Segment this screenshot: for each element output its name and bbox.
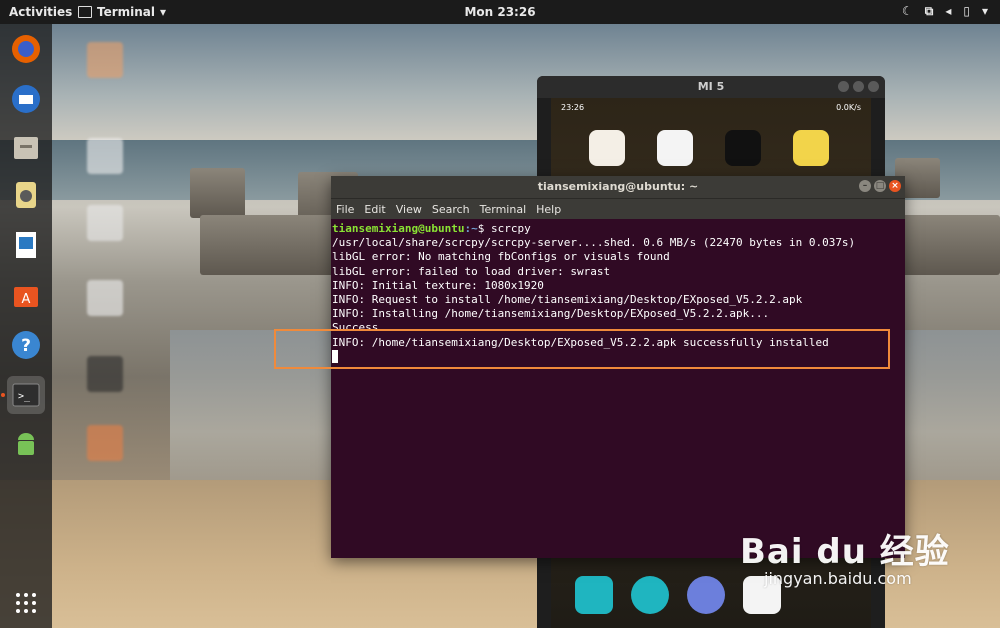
wallpaper-groyne (190, 168, 245, 218)
menu-view[interactable]: View (396, 203, 422, 216)
phone-status-bar: 23:26 0.0K/s (551, 98, 871, 116)
help-launcher[interactable]: ? (7, 326, 45, 364)
desktop-icon[interactable] (70, 356, 140, 396)
command-text: scrcpy (490, 222, 531, 235)
baidu-icon[interactable] (657, 130, 693, 166)
desktop-icon[interactable] (70, 425, 140, 465)
firefox-icon (12, 35, 40, 63)
output-line: INFO: Initial texture: 1080x1920 (332, 278, 544, 292)
menu-help[interactable]: Help (536, 203, 561, 216)
battery-icon: ▯ (963, 4, 970, 18)
terminal-titlebar[interactable]: tiansemixiang@ubuntu: ~ – □ × (331, 176, 905, 198)
terminal-launcher[interactable]: >_ (7, 376, 45, 414)
desktop-icon[interactable] (70, 205, 140, 245)
svg-text:?: ? (21, 336, 31, 356)
phone-app-row (551, 116, 871, 166)
writer-launcher[interactable] (7, 226, 45, 264)
show-applications-button[interactable] (7, 584, 45, 622)
help-icon: ? (12, 331, 40, 359)
activities-button[interactable]: Activities (9, 5, 72, 19)
apps-grid-icon (16, 593, 36, 613)
volume-icon: ◂ (945, 4, 952, 18)
software-center-icon: A (14, 287, 38, 307)
menu-edit[interactable]: Edit (364, 203, 385, 216)
close-button[interactable] (868, 81, 879, 92)
terminal-app-icon (78, 6, 92, 18)
top-bar: Activities Terminal ▾ Mon 23:26 ☾ ⧉ ◂ ▯ … (0, 0, 1000, 24)
prompt-symbol: $ (477, 222, 491, 235)
minimize-button[interactable] (838, 81, 849, 92)
rhythmbox-icon (16, 182, 36, 208)
phone-time: 23:26 (561, 102, 585, 112)
chevron-down-icon: ▾ (160, 5, 167, 19)
running-indicator (1, 393, 5, 397)
dock: A ? >_ (0, 24, 52, 628)
highlight-box (274, 329, 890, 369)
terminal-title: tiansemixiang@ubuntu: ~ (537, 180, 699, 193)
output-line: libGL error: failed to load driver: swra… (332, 264, 611, 278)
menu-search[interactable]: Search (432, 203, 470, 216)
phone-app-icon[interactable] (589, 130, 625, 166)
chevron-down-icon: ▾ (981, 4, 988, 18)
phone-app-icon[interactable] (793, 130, 829, 166)
app-menu-label: Terminal (97, 5, 156, 19)
contacts-icon[interactable] (575, 576, 613, 614)
terminal-app-icon[interactable] (725, 130, 761, 166)
desktop-icon[interactable] (70, 280, 140, 320)
night-light-icon: ☾ (901, 4, 913, 18)
minimize-button[interactable]: – (859, 180, 871, 192)
writer-icon (16, 232, 36, 258)
menu-file[interactable]: File (336, 203, 354, 216)
output-line: libGL error: No matching fbConfigs or vi… (332, 250, 670, 264)
svg-text:>_: >_ (18, 391, 31, 402)
phone-net-speed: 0.0K/s (836, 102, 861, 112)
maximize-button[interactable]: □ (874, 180, 886, 192)
maximize-button[interactable] (853, 81, 864, 92)
thunderbird-launcher[interactable] (7, 80, 45, 118)
close-button[interactable]: × (889, 180, 901, 192)
svg-text:A: A (22, 292, 31, 307)
prompt-path: :~ (464, 222, 478, 235)
files-launcher[interactable] (7, 128, 45, 166)
network-icon: ⧉ (924, 4, 934, 18)
firefox-launcher[interactable] (7, 30, 45, 68)
baidu-watermark: Bai du 经验 jingyan.baidu.com (740, 524, 950, 588)
prompt-user: tiansemixiang@ubuntu (332, 222, 465, 235)
rhythmbox-launcher[interactable] (7, 176, 45, 214)
files-icon (14, 137, 38, 159)
android-icon (18, 433, 34, 455)
prompt-line: tiansemixiang@ubuntu:~$ scrcpy (332, 222, 904, 236)
android-launcher[interactable] (7, 426, 45, 464)
thunderbird-icon (12, 85, 40, 113)
watermark-logo: Bai du 经验 (740, 532, 950, 572)
phone-window-title: MI 5 (697, 80, 725, 93)
phone-window-titlebar[interactable]: MI 5 (537, 76, 885, 98)
app-menu[interactable]: Terminal ▾ (78, 5, 166, 19)
browser-icon[interactable] (687, 576, 725, 614)
desktop-icon[interactable] (70, 138, 140, 178)
output-line: INFO: Installing /home/tiansemixiang/Des… (332, 307, 770, 321)
system-tray[interactable]: ☾ ⧉ ◂ ▯ ▾ (902, 4, 988, 19)
phone-call-icon[interactable] (631, 576, 669, 614)
terminal-menubar: File Edit View Search Terminal Help (331, 198, 905, 219)
software-launcher[interactable]: A (7, 276, 45, 314)
terminal-icon: >_ (12, 383, 40, 407)
output-line: /usr/local/share/scrcpy/scrcpy-server...… (332, 236, 856, 250)
desktop-icon[interactable] (70, 42, 140, 82)
output-line: INFO: Request to install /home/tiansemix… (332, 293, 803, 307)
menu-terminal[interactable]: Terminal (480, 203, 527, 216)
